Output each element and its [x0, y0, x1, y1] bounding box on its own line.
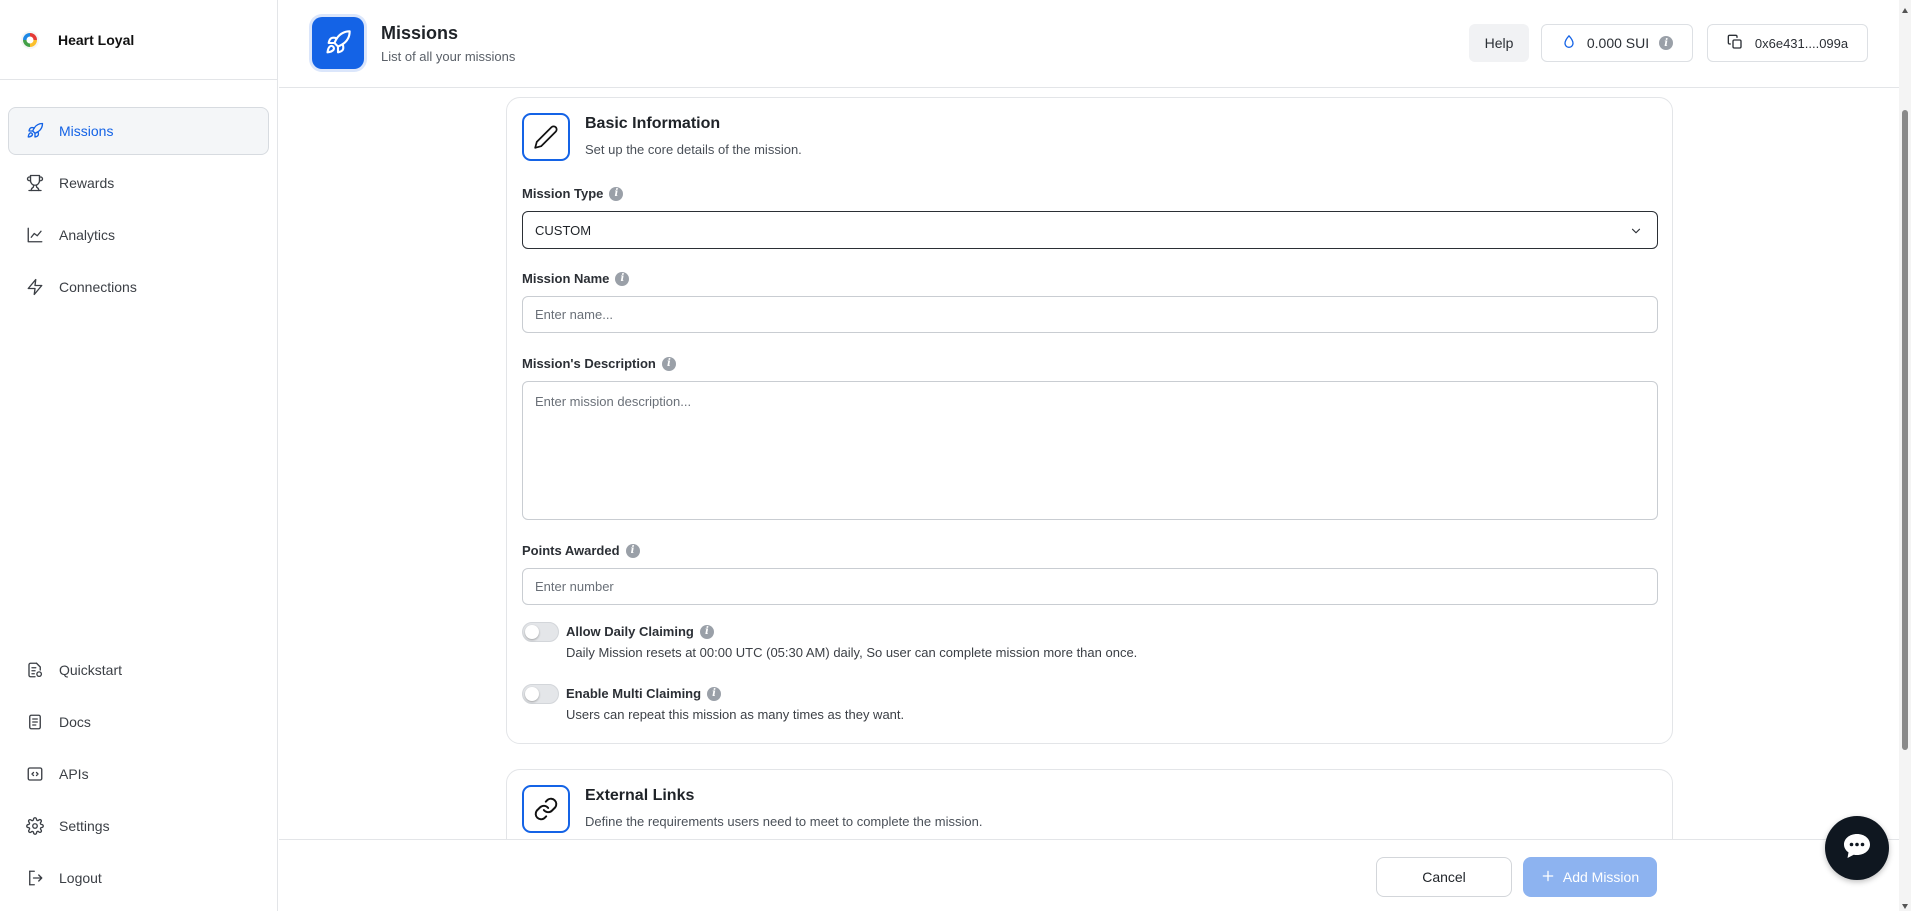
info-icon[interactable]: i: [699, 624, 714, 639]
wallet-address-button[interactable]: 0x6e431....099a: [1707, 24, 1868, 62]
sidebar-item-connections[interactable]: Connections: [8, 263, 269, 311]
link-icon: [522, 785, 570, 833]
info-icon[interactable]: i: [615, 271, 630, 286]
info-icon[interactable]: i: [625, 543, 640, 558]
card-title: External Links: [585, 787, 695, 804]
label-text: Mission's Description: [522, 356, 656, 371]
droplet-icon: [1561, 34, 1577, 53]
help-button[interactable]: Help: [1469, 24, 1529, 62]
sidebar-item-label: Logout: [59, 870, 102, 886]
chat-bubble-icon: [1840, 829, 1874, 868]
sidebar-item-label: APIs: [59, 766, 89, 782]
sidebar-item-logout[interactable]: Logout: [8, 854, 269, 902]
info-icon[interactable]: i: [707, 686, 722, 701]
mission-description-textarea[interactable]: [522, 381, 1658, 520]
scroll-up-arrow-icon[interactable]: [1901, 2, 1909, 20]
brand-name: Heart Loyal: [58, 31, 135, 48]
wallet-address: 0x6e431....099a: [1754, 35, 1849, 51]
info-icon[interactable]: i: [661, 356, 676, 371]
page-scrollbar[interactable]: [1899, 0, 1911, 911]
page-subtitle: List of all your missions: [381, 49, 516, 64]
info-icon: i: [1659, 36, 1674, 50]
toggle-knob: [525, 625, 539, 639]
scroll-down-arrow-icon[interactable]: [1901, 897, 1909, 911]
sidebar-nav: Missions Rewards Analytics Connections: [0, 107, 277, 315]
gear-icon: [25, 816, 45, 836]
mission-type-label: Mission Type i: [522, 186, 624, 201]
brand-logo-icon: [16, 26, 44, 54]
copy-icon: [1727, 34, 1743, 53]
brand[interactable]: Heart Loyal: [0, 0, 277, 80]
docs-icon: [25, 712, 45, 732]
label-text: Points Awarded: [522, 543, 620, 558]
rocket-icon: [25, 121, 45, 141]
label-text: Mission Type: [522, 186, 604, 201]
multi-claiming-description: Users can repeat this mission as many ti…: [566, 707, 905, 722]
chart-line-icon: [25, 225, 45, 245]
toggle-label: Allow Daily Claiming: [566, 624, 694, 639]
sidebar-item-label: Settings: [59, 818, 110, 834]
sidebar-item-label: Docs: [59, 714, 91, 730]
label-text: Mission Name: [522, 271, 610, 286]
sidebar-item-label: Rewards: [59, 175, 115, 191]
sidebar-item-rewards[interactable]: Rewards: [8, 159, 269, 207]
main-content: Basic Information Set up the core detail…: [279, 89, 1911, 839]
select-value: CUSTOM: [535, 222, 592, 238]
bolt-icon: [25, 277, 45, 297]
sidebar-item-label: Connections: [59, 279, 137, 295]
code-icon: [25, 764, 45, 784]
plus-icon: [1541, 869, 1555, 886]
scroll-thumb[interactable]: [1902, 110, 1908, 750]
toggle-label: Enable Multi Claiming: [566, 686, 702, 701]
info-icon[interactable]: i: [609, 186, 624, 201]
sidebar-item-apis[interactable]: APIs: [8, 750, 269, 798]
sidebar-item-docs[interactable]: Docs: [8, 698, 269, 746]
toggle-knob: [525, 687, 539, 701]
sidebar-item-quickstart[interactable]: Quickstart: [8, 646, 269, 694]
points-awarded-label: Points Awarded i: [522, 543, 640, 558]
sidebar-item-label: Missions: [59, 123, 114, 139]
mission-name-label: Mission Name i: [522, 271, 630, 286]
sidebar-item-missions[interactable]: Missions: [8, 107, 269, 155]
sidebar-item-settings[interactable]: Settings: [8, 802, 269, 850]
add-mission-label: Add Mission: [1562, 869, 1640, 885]
balance-value: 0.000 SUI: [1586, 35, 1650, 51]
mission-description-label: Mission's Description i: [522, 356, 676, 371]
daily-claiming-description: Daily Mission resets at 00:00 UTC (05:30…: [566, 645, 1138, 660]
pencil-icon: [522, 113, 570, 161]
quickstart-icon: [25, 660, 45, 680]
card-description: Define the requirements users need to me…: [585, 814, 983, 829]
multi-claiming-toggle[interactable]: [522, 684, 559, 704]
mission-type-select[interactable]: CUSTOM: [522, 211, 1658, 249]
mission-name-input[interactable]: [522, 296, 1658, 333]
multi-claiming-title: Enable Multi Claiming i: [566, 686, 722, 701]
external-links-card: External Links Define the requirements u…: [506, 769, 1673, 839]
sidebar-item-label: Analytics: [59, 227, 116, 243]
sidebar-bottom-nav: Quickstart Docs APIs Settings Logout: [0, 646, 277, 906]
add-mission-button[interactable]: Add Mission: [1523, 857, 1657, 897]
form-footer: Cancel Add Mission: [279, 839, 1911, 911]
rocket-icon: [312, 17, 364, 69]
balance-button[interactable]: 0.000 SUI i: [1541, 24, 1693, 62]
basic-information-card: Basic Information Set up the core detail…: [506, 97, 1673, 744]
page-title: Missions: [381, 23, 459, 43]
daily-claiming-title: Allow Daily Claiming i: [566, 624, 714, 639]
cancel-button[interactable]: Cancel: [1376, 857, 1512, 897]
trophy-icon: [25, 173, 45, 193]
logout-icon: [25, 868, 45, 888]
chevron-down-icon: [1629, 224, 1643, 241]
sidebar-item-analytics[interactable]: Analytics: [8, 211, 269, 259]
chat-widget-button[interactable]: [1825, 816, 1889, 880]
card-description: Set up the core details of the mission.: [585, 142, 802, 157]
sidebar-item-label: Quickstart: [59, 662, 123, 678]
points-awarded-input[interactable]: [522, 568, 1658, 605]
sidebar: Heart Loyal Missions Rewards Analytics C…: [0, 0, 278, 911]
daily-claiming-toggle[interactable]: [522, 622, 559, 642]
card-title: Basic Information: [585, 115, 721, 132]
top-header: Missions List of all your missions Help …: [279, 0, 1911, 88]
